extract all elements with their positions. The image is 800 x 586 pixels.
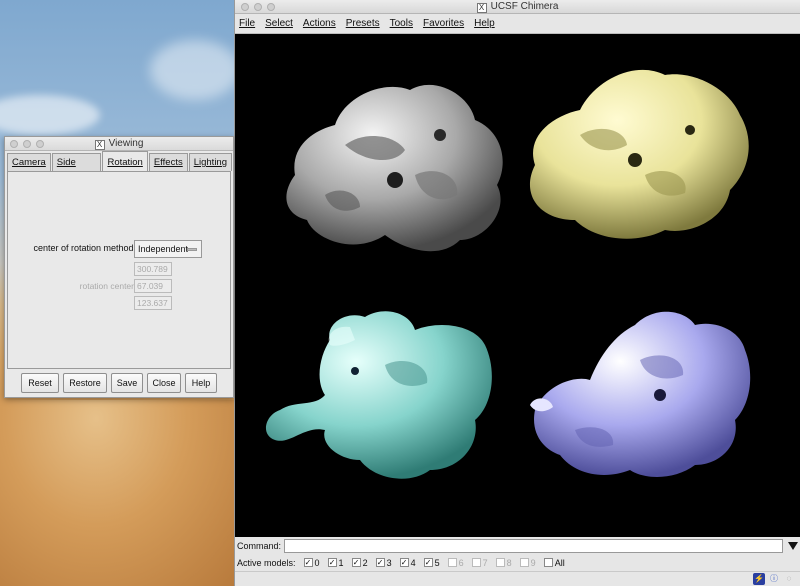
- chimera-window: X UCSF Chimera File Select Actions Preset…: [234, 0, 800, 586]
- command-history-dropdown[interactable]: [785, 539, 800, 553]
- help-button[interactable]: Help: [185, 373, 217, 393]
- close-dialog-icon[interactable]: [10, 140, 18, 148]
- menu-favorites[interactable]: Favorites: [423, 18, 464, 29]
- yellow-density-surface[interactable]: [529, 69, 749, 239]
- center-method-label: center of rotation method:: [33, 243, 136, 253]
- close-window-icon[interactable]: [241, 3, 249, 11]
- x11-icon: X: [476, 3, 487, 13]
- purple-density-surface[interactable]: [530, 311, 751, 477]
- rotation-center-z-field: 123.637: [134, 296, 172, 310]
- tab-side-view[interactable]: Side View: [51, 153, 102, 185]
- model-checkbox-7: 7: [471, 558, 488, 568]
- window-title: UCSF Chimera: [490, 1, 559, 12]
- menu-tools[interactable]: Tools: [390, 18, 413, 29]
- model-checkbox-4[interactable]: ✓ 4: [399, 558, 416, 568]
- command-label: Command:: [237, 540, 282, 551]
- menu-presets[interactable]: Presets: [346, 18, 380, 29]
- command-input[interactable]: [284, 538, 784, 553]
- save-button[interactable]: Save: [111, 373, 143, 393]
- menubar: File Select Actions Presets Tools Favori…: [235, 14, 800, 34]
- menu-file[interactable]: File: [239, 18, 255, 29]
- tab-effects[interactable]: Effects: [148, 153, 188, 171]
- dialog-buttons: Reset Restore Save Close Help: [7, 373, 231, 395]
- model-checkbox-all[interactable]: All: [543, 558, 565, 568]
- tab-lighting[interactable]: Lighting: [188, 153, 232, 171]
- command-row: Command:: [235, 537, 800, 554]
- tab-camera[interactable]: Camera: [7, 153, 51, 171]
- rotation-center-y-field: 67.039: [134, 279, 172, 293]
- refresh-icon[interactable]: ◌: [783, 573, 795, 585]
- viewing-titlebar[interactable]: X Viewing: [5, 137, 233, 151]
- model-checkbox-5[interactable]: ✓ 5: [423, 558, 440, 568]
- tab-rotation[interactable]: Rotation: [102, 151, 148, 171]
- gray-density-surface[interactable]: [286, 84, 503, 252]
- center-method-menu[interactable]: Independent: [134, 240, 202, 258]
- dock-icon[interactable]: ⚡: [753, 573, 765, 585]
- model-checkbox-6: 6: [447, 558, 464, 568]
- rotation-center-label: rotation center: [79, 281, 134, 291]
- restore-button[interactable]: Restore: [63, 373, 107, 393]
- triangle-down-icon: [788, 541, 799, 550]
- chimera-titlebar[interactable]: X UCSF Chimera: [235, 0, 800, 14]
- model-checkbox-1[interactable]: ✓ 1: [327, 558, 344, 568]
- status-bar: ⚡ ⓘ ◌: [235, 571, 800, 586]
- minimize-window-icon[interactable]: [254, 3, 262, 11]
- reset-button[interactable]: Reset: [21, 373, 59, 393]
- model-checkbox-0[interactable]: ✓ 0: [303, 558, 320, 568]
- model-checkbox-8: 8: [495, 558, 512, 568]
- zoom-window-icon[interactable]: [267, 3, 275, 11]
- menu-select[interactable]: Select: [265, 18, 293, 29]
- model-checkbox-9: 9: [519, 558, 536, 568]
- minimize-dialog-icon[interactable]: [23, 140, 31, 148]
- active-models-row: Active models: ✓ 0 ✓ 1 ✓ 2 ✓ 3 ✓ 4 ✓ 5 6 7 8 9…: [235, 554, 800, 571]
- menu-actions[interactable]: Actions: [303, 18, 336, 29]
- rotation-center-x-field: 300.789: [134, 262, 172, 276]
- close-button[interactable]: Close: [147, 373, 181, 393]
- menu-help[interactable]: Help: [474, 18, 495, 29]
- viewing-dialog: XViewing Camera Side View Rotation Effec…: [4, 136, 234, 398]
- viewing-tabs: Camera Side View Rotation Effects Lighti…: [7, 151, 233, 185]
- model-checkbox-3[interactable]: ✓ 3: [375, 558, 392, 568]
- option-menu-indicator-icon: [187, 248, 197, 251]
- model-checkbox-2[interactable]: ✓ 2: [351, 558, 368, 568]
- info-icon[interactable]: ⓘ: [768, 573, 780, 585]
- cyan-density-surface[interactable]: [265, 311, 492, 479]
- dialog-title: Viewing: [108, 138, 144, 149]
- x11-icon: X: [94, 140, 105, 150]
- active-models-label: Active models:: [237, 557, 296, 568]
- 3d-graphics-viewport[interactable]: [235, 35, 800, 537]
- rotation-panel: center of rotation method: Independent 3…: [7, 171, 231, 369]
- zoom-dialog-icon[interactable]: [36, 140, 44, 148]
